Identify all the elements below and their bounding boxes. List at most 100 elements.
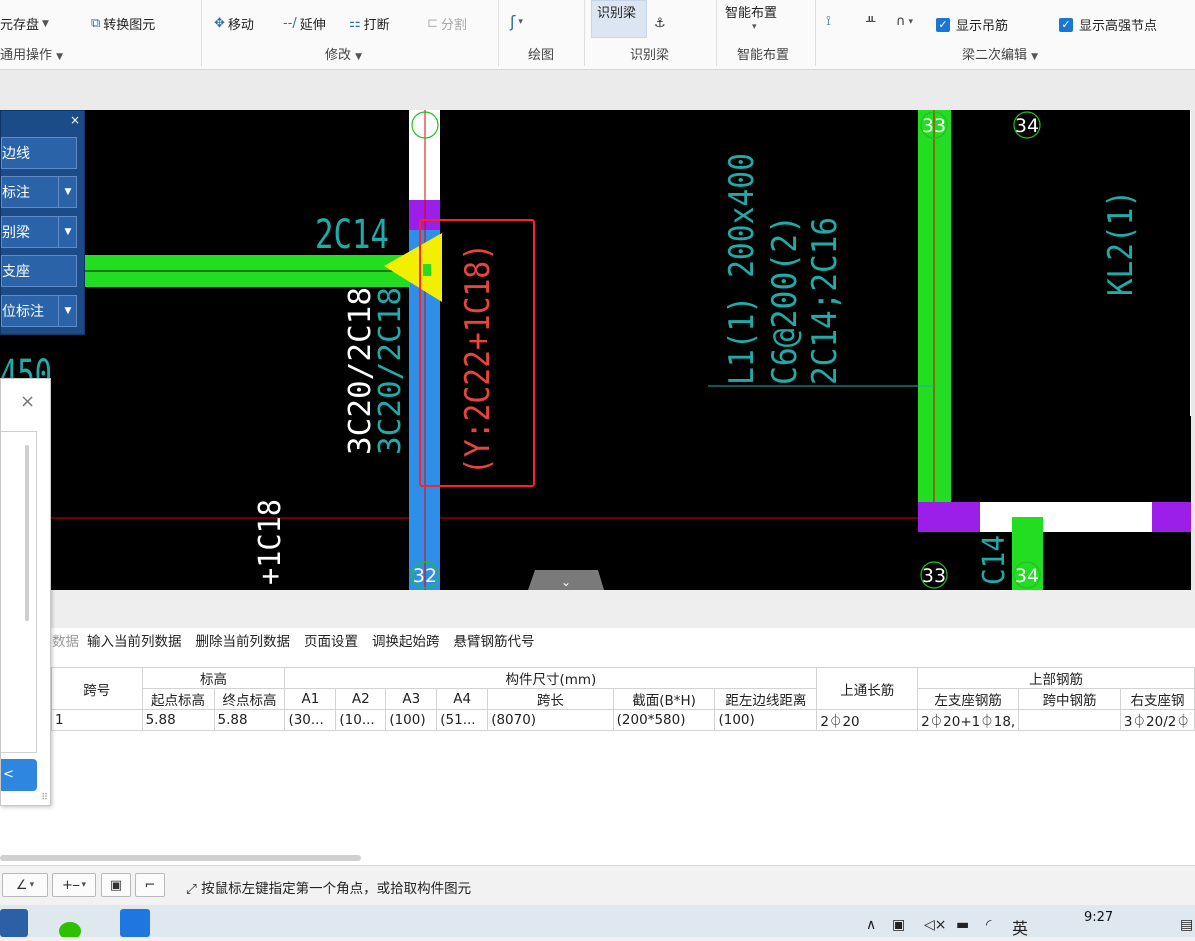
chevron-down-icon[interactable]: ▼ [58,216,77,248]
extend-button[interactable]: --/延伸 [283,14,326,33]
ime-indicator[interactable]: 英 [1012,915,1028,939]
panel-btn-edge-line[interactable]: 边线 [1,137,77,169]
group-beam-edit-text: 梁二次编辑 [962,48,1028,63]
cell-section[interactable]: (200*580) [612,709,716,731]
save-layout-button[interactable]: 元存盘 ▼ [0,14,49,33]
notification-icon[interactable]: ▤ [1180,917,1193,933]
cell-span-no[interactable]: 1 [51,709,143,731]
hanger-tool-button[interactable]: ∩ ▾ [896,14,913,29]
smart-layout-label: 智能布置 [725,6,778,21]
cell-a3[interactable]: (100) [385,709,438,731]
group-beam-edit-label[interactable]: 梁二次编辑 ▼ [962,44,1038,63]
cell-span-length[interactable]: (8070) [487,709,614,731]
cell-left-support[interactable]: 2⏀20+1⏀18, [917,709,1020,731]
dialog-list[interactable] [1,431,37,753]
cell-a4[interactable]: (51... [436,709,489,731]
tray-chevron-icon[interactable]: ∧ [866,917,876,933]
separator [584,0,585,66]
cad-drawing: 33 34 32 33 34 2C14 3C20/2C18 3C20/2C18 … [0,110,1191,590]
convert-icon: ⧉ [91,16,101,31]
grid-toolbar-item-data[interactable]: 数据 [52,630,79,650]
battery-icon[interactable]: ▬ [956,917,969,933]
identify-beam-button[interactable]: 识别梁 [597,2,636,21]
header-top-rebar: 上部钢筋 [917,667,1195,689]
resize-grip-icon[interactable]: ⠿ [41,793,48,803]
close-icon[interactable]: × [20,391,35,412]
grid-toolbar-delete-column[interactable]: 删除当前列数据 [196,630,291,650]
arrow-grip [423,264,431,276]
grid-toolbar-cantilever-code[interactable]: 悬臂钢筋代号 [454,630,535,650]
show-hanger-checkbox[interactable]: ✓ 显示吊筋 [936,15,1008,34]
ribbon-gap [0,70,1195,110]
chevron-down-icon: ▾ [29,880,35,890]
anchor-tool-button[interactable]: ⚓ [654,16,666,31]
cell-a2[interactable]: (10... [335,709,387,731]
cell-left-edge-dist[interactable]: (100) [714,709,818,731]
panel-btn-support[interactable]: 支座 [1,255,77,287]
split-icon: ⊏ [427,16,438,31]
smart-layout-button[interactable]: 智能布置 [725,2,777,21]
panel-btn-label: 标注 [2,185,30,201]
show-hs-node-checkbox[interactable]: ✓ 显示高强节点 [1059,15,1157,34]
break-button[interactable]: ⚏ 打断 [349,14,390,33]
annotation-l1: L1(1) 200x400 [722,153,762,385]
header-left-edge-dist: 距左边线距离 [714,688,818,710]
group-identify-label: 识别梁 [630,48,670,63]
horizontal-scrollbar[interactable] [0,855,361,861]
windows-taskbar: ∧ ▣ ◁× ▬ ◜ 英 9:27 ▤ [0,905,1195,940]
axis-label-34-top: 34 [1015,115,1039,137]
split-button[interactable]: ⊏ 分割 [427,14,467,33]
header-end-elev: 终点标高 [213,688,286,710]
dialog-confirm-button[interactable]: < [1,759,37,791]
cell-right-support[interactable]: 3⏀20/2⏀ [1119,709,1195,731]
convert-entity-button[interactable]: ⧉ 转换图元 [91,14,155,33]
wechat-icon[interactable] [56,909,86,940]
cell-top-through[interactable]: 2⏀20 [816,709,919,731]
smart-layout-dropdown[interactable]: ▾ [752,22,757,32]
identify-beam-label: 识别梁 [597,6,637,21]
header-mid-span: 跨中钢筋 [1018,688,1121,710]
close-icon[interactable]: × [70,113,80,127]
separator [716,0,717,66]
group-modify-label[interactable]: 修改 ▼ [325,44,362,63]
joint-purple-left [918,502,980,532]
tray-app-icon[interactable]: ▣ [892,917,905,933]
arc-snap-button[interactable]: ⌐ [135,873,165,897]
chevron-down-icon[interactable]: ▼ [58,176,77,208]
arc-draw-button[interactable]: ʃ ▾ [510,12,523,31]
angle-icon: ∠ [15,877,28,893]
dimension-icon: +⎯ [62,877,80,893]
side-dialog: × < ⠿ [0,378,51,806]
grid-toolbar-input-column[interactable]: 输入当前列数据 [87,630,182,650]
angle-snap-dropdown[interactable]: ∠ ▾ [2,873,48,897]
chevron-down-icon[interactable]: ▼ [58,295,77,327]
clock-time[interactable]: 9:27 [1084,910,1113,925]
volume-mute-icon[interactable]: ◁× [924,917,947,933]
grid-toolbar-page-setup[interactable]: 页面设置 [304,630,358,650]
chevron-down-icon: ▼ [42,18,49,29]
cad-app-icon[interactable] [0,909,28,937]
cell-mid-span[interactable] [1018,709,1121,731]
dialog-scrollbar[interactable] [25,445,29,621]
dimension-snap-dropdown[interactable]: +⎯ ▾ [52,873,96,897]
view-toggle-button[interactable]: ▣ [101,873,131,897]
axis-label-34-bottom: 34 [1015,565,1039,587]
cell-start-elev[interactable]: 5.88 [141,709,215,731]
panel-btn-label: 别梁 [2,225,30,241]
cell-end-elev[interactable]: 5.88 [213,709,286,731]
header-top-through: 上通长筋 [816,667,919,710]
annotation-c14: C14 [977,535,1012,585]
cad-drawing-canvas[interactable]: 33 34 32 33 34 2C14 3C20/2C18 3C20/2C18 … [0,110,1191,590]
select-tool-button[interactable]: ⟟ [826,14,831,29]
wifi-icon[interactable]: ◜ [986,917,991,933]
group-common-label[interactable]: 通用操作 ▼ [0,44,63,63]
cell-a1[interactable]: (30... [284,709,337,731]
app-t-icon[interactable] [120,909,150,937]
grid-toolbar-swap-span[interactable]: 调换起始跨 [372,630,440,650]
panel-btn-label: 位标注 [2,304,44,320]
annotation-3c20-cyan: 3C20/2C18 [373,287,408,455]
extend-icon: --/ [283,16,297,31]
move-button[interactable]: ✥ 移动 [214,14,254,33]
support-tool-button[interactable]: ᚇ [866,14,875,29]
axis-label-33-bottom: 33 [922,565,946,587]
